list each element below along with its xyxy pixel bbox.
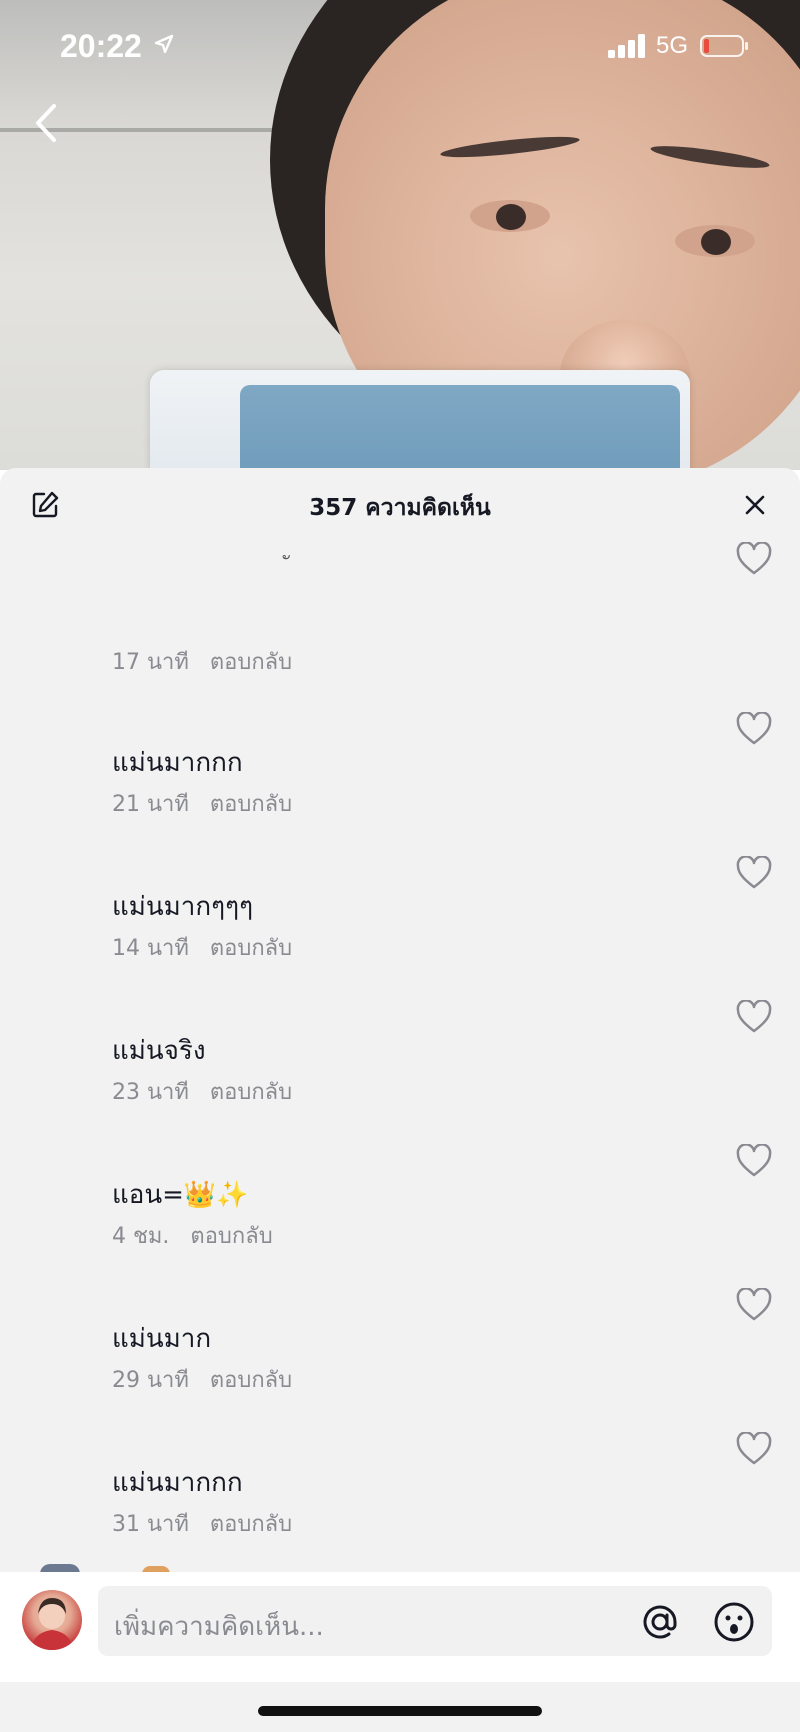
comment-time: 23 นาที [112, 1080, 189, 1105]
network-type: 5G [656, 32, 689, 59]
comment-item: แม่นจริง 23 นาที ตอบกลับ [0, 1000, 800, 1160]
comment-input-placeholder: เพิ่มความคิดเห็น... [114, 1612, 324, 1642]
comment-meta: 29 นาที ตอบกลับ [112, 1362, 292, 1397]
heart-icon[interactable] [736, 712, 772, 746]
comment-meta: 21 นาที ตอบกลับ [112, 786, 292, 821]
comments-sheet: 357 ความคิดเห็น ั 17 นาที ตอบกลับ แม่นมา… [0, 468, 800, 1732]
comment-text: แอน=👑✨ [112, 1180, 249, 1210]
comment-text: แม่นมากๆๆๆ [112, 892, 254, 922]
comment-input-bar: เพิ่มความคิดเห็น... [0, 1572, 800, 1682]
home-indicator[interactable] [258, 1706, 542, 1716]
comment-input[interactable]: เพิ่มความคิดเห็น... [98, 1586, 772, 1656]
video-player[interactable] [0, 0, 800, 470]
comment-item: แม่นมากๆๆๆ 14 นาที ตอบกลับ [0, 856, 800, 1016]
cellular-signal-icon [608, 34, 645, 58]
comment-time: 4 ชม. [112, 1224, 170, 1249]
comment-item: แม่นมาก 29 นาที ตอบกลับ [0, 1288, 800, 1448]
heart-icon[interactable] [736, 1288, 772, 1322]
location-arrow-icon [154, 34, 174, 54]
comment-text: แม่นมาก [112, 1324, 212, 1354]
left-eye [470, 200, 550, 232]
reply-button[interactable]: ตอบกลับ [210, 1080, 292, 1105]
status-bar: 20:22 5G [0, 28, 800, 68]
at-icon[interactable] [638, 1600, 682, 1644]
heart-icon[interactable] [736, 1000, 772, 1034]
reply-button[interactable]: ตอบกลับ [210, 1512, 292, 1537]
reply-button[interactable]: ตอบกลับ [190, 1224, 272, 1249]
comment-meta: 17 นาที ตอบกลับ [112, 644, 292, 679]
close-icon[interactable] [740, 490, 770, 520]
heart-icon[interactable] [736, 1144, 772, 1178]
comment-time: 14 นาที [112, 936, 189, 961]
comment-meta: 14 นาที ตอบกลับ [112, 930, 292, 965]
heart-icon[interactable] [736, 856, 772, 890]
reply-button[interactable]: ตอบกลับ [210, 792, 292, 817]
comments-header: 357 ความคิดเห็น [0, 468, 800, 538]
right-eye [675, 225, 755, 257]
heart-icon[interactable] [736, 1432, 772, 1466]
comment-text: แม่นจริง [112, 1036, 206, 1066]
comment-text: แม่นมากกก [112, 1468, 243, 1498]
comment-meta: 31 นาที ตอบกลับ [112, 1506, 292, 1541]
reply-button[interactable]: ตอบกลับ [210, 1368, 292, 1393]
status-time: 20:22 [60, 28, 142, 64]
comment-item: แม่นมากกก 21 นาที ตอบกลับ [0, 712, 800, 872]
comment-time: 31 นาที [112, 1512, 189, 1537]
comment-time: 17 นาที [112, 650, 189, 675]
battery-icon [700, 35, 748, 57]
comment-time: 21 นาที [112, 792, 189, 817]
emoji-icon[interactable] [712, 1600, 756, 1644]
comment-meta: 4 ชม. ตอบกลับ [112, 1218, 273, 1253]
heart-icon[interactable] [736, 542, 772, 576]
comment-item: แอน=👑✨ 4 ชม. ตอบกลับ [0, 1144, 800, 1304]
chevron-left-icon[interactable] [28, 100, 68, 146]
book-cover [240, 385, 680, 470]
comment-item: 17 นาที ตอบกลับ [0, 542, 800, 675]
comment-meta: 23 นาที ตอบกลับ [112, 1074, 292, 1109]
reply-button[interactable]: ตอบกลับ [210, 936, 292, 961]
avatar [22, 1590, 82, 1650]
comments-count-title: 357 ความคิดเห็น [309, 495, 491, 521]
reply-button[interactable]: ตอบกลับ [210, 650, 292, 675]
user-avatar-image [30, 1598, 74, 1650]
comment-text: แม่นมากกก [112, 748, 243, 778]
comment-time: 29 นาที [112, 1368, 189, 1393]
